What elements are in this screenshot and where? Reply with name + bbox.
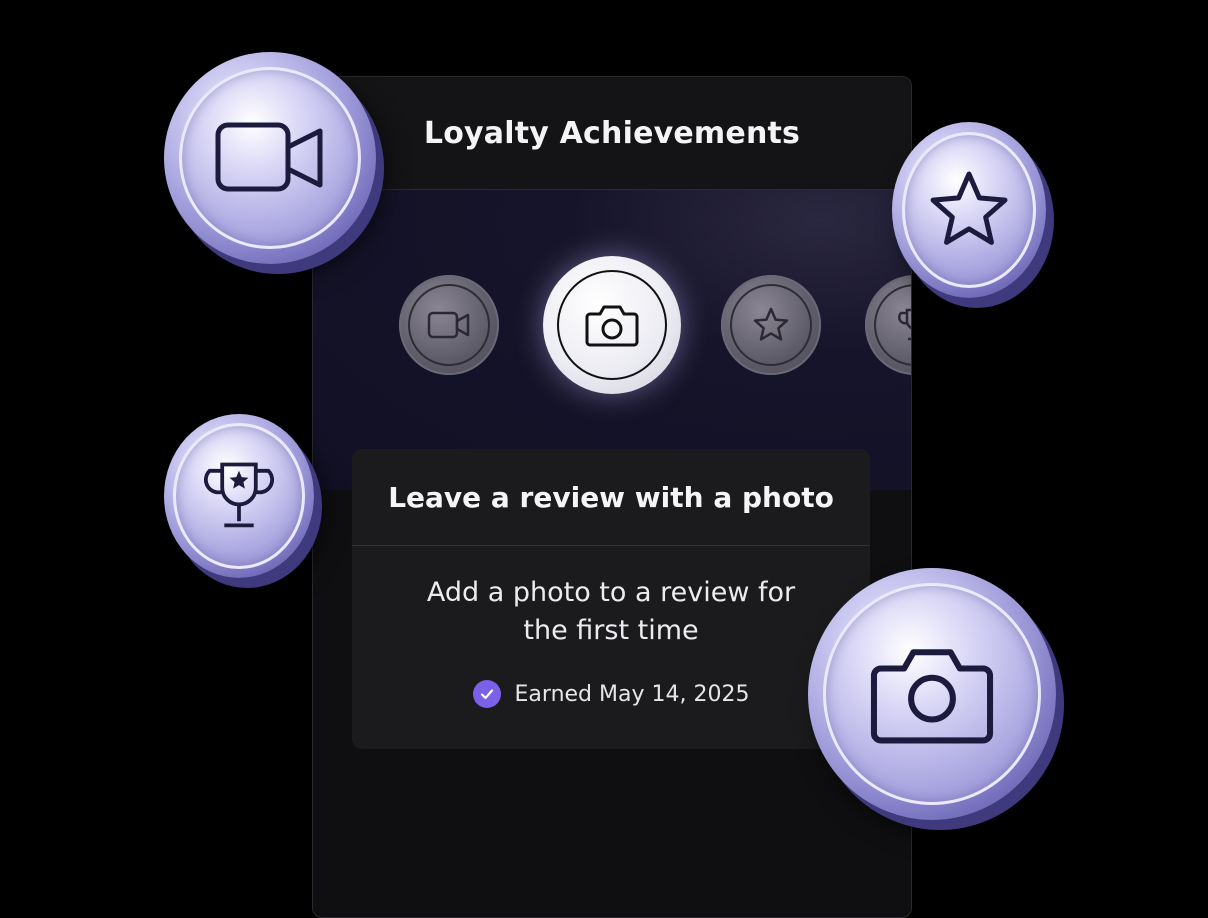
coin-camera <box>808 568 1056 820</box>
star-icon <box>930 171 1008 245</box>
earned-status: Earned May 14, 2025 <box>352 680 870 708</box>
video-camera-icon <box>427 311 470 339</box>
earned-date: Earned May 14, 2025 <box>514 681 750 707</box>
trophy-icon <box>204 462 274 528</box>
coin-trophy <box>164 414 314 578</box>
achievement-description: Add a photo to a review for the first ti… <box>426 577 796 646</box>
camera-icon <box>870 649 994 744</box>
check-icon <box>472 680 501 708</box>
coin-star <box>892 122 1046 298</box>
badge-camera-active[interactable] <box>543 256 681 394</box>
badge-carousel <box>313 190 911 490</box>
video-camera-icon <box>215 122 323 192</box>
achievement-card: Leave a review with a photo Add a photo … <box>352 449 870 749</box>
badge-video[interactable] <box>399 275 499 375</box>
coin-video <box>164 52 376 264</box>
badge-star[interactable] <box>721 275 821 375</box>
achievement-card-header: Leave a review with a photo <box>352 449 870 546</box>
panel-title: Loyalty Achievements <box>423 115 801 151</box>
achievement-title: Leave a review with a photo <box>388 480 834 514</box>
star-icon <box>753 307 789 341</box>
badge-trophy[interactable] <box>865 275 911 375</box>
trophy-icon <box>898 308 911 341</box>
panel-header: Loyalty Achievements <box>313 77 911 190</box>
camera-icon <box>585 305 639 347</box>
